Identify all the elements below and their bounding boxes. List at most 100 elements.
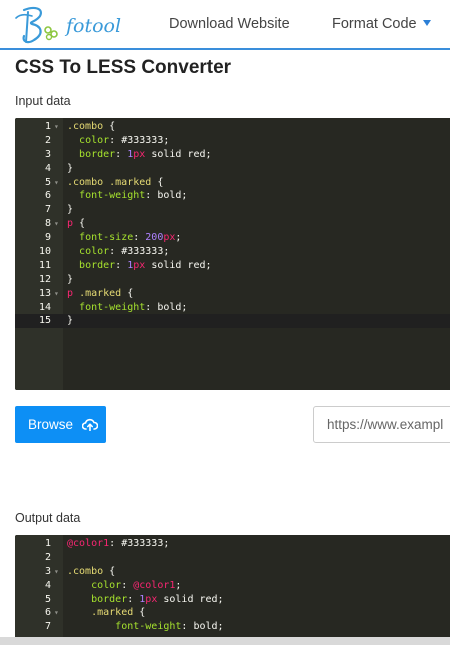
input-code-editor[interactable]: 1 ▾ .combo {2 color: #333333; 3 border: 1px… xyxy=(15,118,450,390)
code-line: 6 ▾ .marked { xyxy=(15,606,450,620)
browse-button-label: Browse xyxy=(28,417,74,432)
line-number: 8 xyxy=(44,218,51,230)
fold-arrow-icon[interactable]: ▾ xyxy=(54,287,59,301)
code-token: : xyxy=(115,259,128,271)
code-text: font-weight: bold; xyxy=(67,620,224,634)
code-text: } xyxy=(67,203,73,217)
fold-arrow-icon[interactable]: ▾ xyxy=(54,565,59,579)
line-number: 6 xyxy=(44,607,51,619)
code-token: border xyxy=(79,259,116,271)
code-token: } xyxy=(67,273,74,285)
code-token: solid red; xyxy=(145,259,212,271)
code-token: .marked xyxy=(79,287,122,299)
code-token: solid red; xyxy=(145,148,212,160)
code-token: : bold; xyxy=(145,190,188,202)
code-token: : xyxy=(115,148,128,160)
line-number: 6 xyxy=(44,190,51,202)
code-text: border: 1px solid red; xyxy=(67,259,212,273)
code-text: .combo .marked { xyxy=(67,176,163,190)
code-line: 4} xyxy=(15,162,450,176)
browse-button[interactable]: Browse xyxy=(15,406,106,443)
code-line: 3 border: 1px solid red; xyxy=(15,148,450,162)
code-token: : #333333; xyxy=(109,246,170,258)
code-token: 200 xyxy=(145,232,164,244)
fotool-logo[interactable]: fotool xyxy=(14,4,134,48)
line-number: 3 xyxy=(44,565,51,577)
code-token: @color1 xyxy=(133,579,176,591)
code-text: } xyxy=(67,162,73,176)
code-token: .combo xyxy=(67,565,104,577)
cloud-upload-icon xyxy=(82,418,98,431)
code-token: px xyxy=(163,232,176,244)
code-text: .marked { xyxy=(67,606,145,620)
nav-format-code[interactable]: Format Code xyxy=(332,16,431,32)
line-number: 12 xyxy=(38,273,51,285)
fold-arrow-icon[interactable]: ▾ xyxy=(54,606,59,620)
code-token: ; xyxy=(175,232,182,244)
code-token: @color1 xyxy=(67,538,110,549)
code-token: : #333333; xyxy=(109,538,170,549)
output-data-label: Output data xyxy=(15,511,81,525)
code-text: border: 1px solid red; xyxy=(67,148,212,162)
code-line: 15} xyxy=(15,314,450,329)
code-token: color xyxy=(91,579,122,591)
line-number: 4 xyxy=(44,579,51,591)
code-line: 5 border: 1px solid red; xyxy=(15,593,450,607)
code-line: 2 color: #333333; xyxy=(15,134,450,148)
code-line: 8 ▾ p { xyxy=(15,217,450,231)
top-navbar: fotool Download Website Format Code xyxy=(0,0,450,50)
code-token: .marked xyxy=(91,607,134,619)
caret-down-icon xyxy=(422,20,431,26)
code-line: 9 font-size: 200px; xyxy=(15,231,450,245)
code-token: font-size xyxy=(79,232,134,244)
code-text: font-size: 200px; xyxy=(67,231,181,245)
page-title: CSS To LESS Converter xyxy=(15,57,232,78)
code-line: 1 @color1: #333333; xyxy=(15,537,450,551)
line-number: 5 xyxy=(44,593,51,605)
code-token: : #333333; xyxy=(109,134,170,146)
line-number: 14 xyxy=(38,301,51,313)
code-text: color: #333333; xyxy=(67,245,169,259)
code-line: 7 font-weight: bold; xyxy=(15,620,450,634)
code-token: { xyxy=(103,121,116,132)
line-number: 10 xyxy=(38,246,51,258)
line-number: 9 xyxy=(44,232,51,244)
nav-download-website[interactable]: Download Website xyxy=(169,16,290,32)
code-text: color: #333333; xyxy=(67,134,169,148)
code-token: } xyxy=(67,315,74,327)
input-data-label: Input data xyxy=(15,94,71,108)
code-line: 14 font-weight: bold; xyxy=(15,301,450,315)
fold-arrow-icon[interactable]: ▾ xyxy=(54,176,59,190)
fold-arrow-icon[interactable]: ▾ xyxy=(54,217,59,231)
line-number: 13 xyxy=(38,287,51,299)
code-token: px xyxy=(133,259,146,271)
code-token: px xyxy=(133,148,146,160)
line-number: 3 xyxy=(44,148,51,160)
code-token: .combo .marked xyxy=(67,176,152,188)
code-token: border xyxy=(91,593,128,605)
line-number: 1 xyxy=(44,121,51,132)
horizontal-scrollbar[interactable] xyxy=(0,637,450,645)
url-input[interactable] xyxy=(313,406,450,443)
code-token: font-weight xyxy=(79,301,146,313)
code-token: { xyxy=(133,607,146,619)
line-number: 7 xyxy=(44,621,51,633)
code-token: { xyxy=(103,565,116,577)
line-number: 1 xyxy=(44,538,51,549)
code-text: p { xyxy=(67,217,85,231)
output-code-editor[interactable]: 1 @color1: #333333; 2 3 ▾ .combo {4 color: @c… xyxy=(15,535,450,645)
code-token: font-weight xyxy=(115,621,182,633)
code-line: 6 font-weight: bold; xyxy=(15,189,450,203)
code-token: } xyxy=(67,162,74,174)
code-line: 12} xyxy=(15,273,450,287)
fold-arrow-icon[interactable]: ▾ xyxy=(54,120,59,134)
line-number: 2 xyxy=(44,134,51,146)
code-token: : bold; xyxy=(181,621,224,633)
